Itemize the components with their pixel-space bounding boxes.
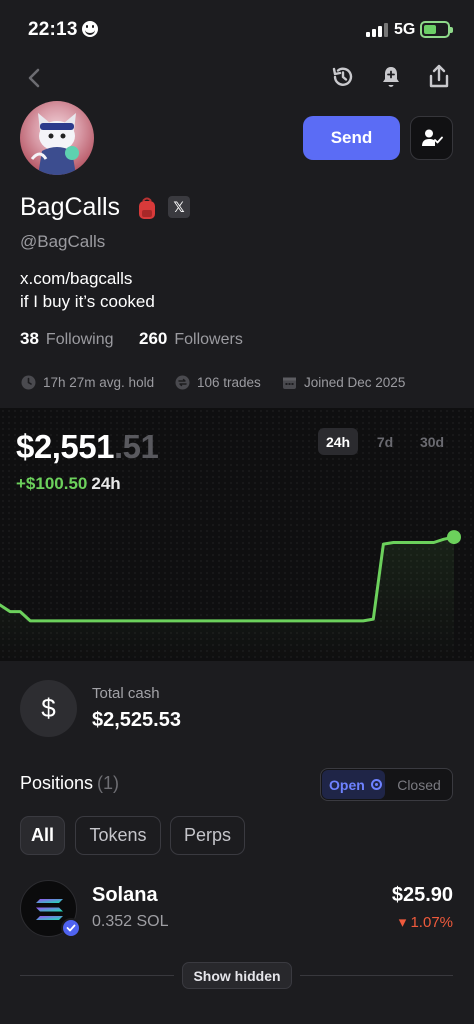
history-icon[interactable] — [328, 62, 358, 92]
follow-button[interactable] — [410, 116, 453, 160]
joined-stat: Joined Dec 2025 — [282, 375, 405, 390]
share-icon[interactable] — [424, 61, 454, 93]
portfolio-change-period: 24h — [91, 474, 121, 493]
bio-text: if I buy it’s cooked — [20, 292, 155, 311]
verified-badge-icon — [61, 918, 81, 938]
dollar-icon: $ — [20, 680, 77, 737]
avg-hold-stat: 17h 27m avg. hold — [21, 375, 154, 390]
chart-area-fill — [0, 537, 454, 660]
range-tab-24h[interactable]: 24h — [318, 428, 358, 455]
token-value: $25.90 — [391, 884, 453, 906]
cash-value: $2,525.53 — [92, 709, 181, 731]
calendar-icon — [283, 377, 296, 389]
followers-stat[interactable]: 260 Followers — [139, 329, 243, 349]
portfolio-value-whole: $2,551 — [16, 428, 114, 465]
back-icon[interactable] — [20, 64, 48, 92]
portfolio-change: +$100.50 24h — [16, 474, 121, 494]
positions-title: Positions (1) — [20, 773, 119, 794]
handle: @BagCalls — [20, 232, 106, 251]
battery-icon — [420, 21, 453, 38]
trades-icon — [175, 375, 190, 390]
backpack-icon — [136, 196, 158, 220]
toggle-closed[interactable]: Closed — [392, 770, 446, 799]
range-tab-7d[interactable]: 7d — [368, 428, 402, 455]
cash-label: Total cash — [92, 685, 160, 702]
trades-stat: 106 trades — [175, 375, 261, 390]
portfolio-value-decimal: .51 — [113, 428, 159, 465]
bio-link[interactable]: x.com/bagcalls — [20, 269, 132, 289]
chart-endpoint-dot — [447, 530, 461, 545]
status-time: 22:13 — [28, 19, 78, 40]
trades-text: 106 trades — [197, 375, 261, 390]
smiley-icon — [82, 21, 98, 37]
positions-title-text: Positions — [20, 773, 94, 793]
filter-all[interactable]: All — [20, 816, 65, 855]
divider-left — [20, 975, 174, 976]
token-amount: 0.352 SOL — [92, 913, 169, 930]
portfolio-change-amount: +$100.50 — [16, 474, 88, 493]
portfolio-value: $2,551.51 — [16, 428, 159, 466]
bell-add-icon[interactable] — [376, 62, 406, 92]
avg-hold-text: 17h 27m avg. hold — [43, 375, 155, 390]
signal-icon — [366, 23, 388, 37]
portfolio-line-chart[interactable] — [0, 500, 474, 660]
network-label: 5G — [394, 21, 416, 38]
token-name: Solana — [92, 884, 158, 906]
followers-count: 260 — [139, 329, 168, 348]
clock-icon — [21, 375, 36, 390]
following-count: 38 — [20, 329, 39, 348]
x-logo-icon[interactable]: 𝕏 — [168, 196, 190, 218]
avatar[interactable] — [20, 101, 94, 175]
following-label: Following — [45, 331, 114, 348]
token-change: ▾ 1.07% — [398, 914, 453, 931]
range-tab-30d[interactable]: 30d — [412, 428, 452, 455]
filter-perps[interactable]: Perps — [170, 816, 245, 855]
toggle-open-label: Open — [329, 776, 365, 793]
user-check-icon — [421, 129, 443, 146]
radio-dot-icon — [370, 779, 382, 790]
display-name: BagCalls — [20, 193, 121, 221]
divider-right — [300, 975, 453, 976]
following-stat[interactable]: 38 Following — [20, 329, 114, 349]
toggle-open[interactable]: Open — [322, 770, 385, 799]
filter-tokens[interactable]: Tokens — [75, 816, 161, 855]
joined-text: Joined Dec 2025 — [304, 375, 406, 390]
positions-count: (1) — [97, 773, 120, 793]
send-button[interactable]: Send — [303, 116, 400, 160]
followers-label: Followers — [174, 331, 243, 348]
show-hidden-button[interactable]: Show hidden — [182, 962, 292, 989]
